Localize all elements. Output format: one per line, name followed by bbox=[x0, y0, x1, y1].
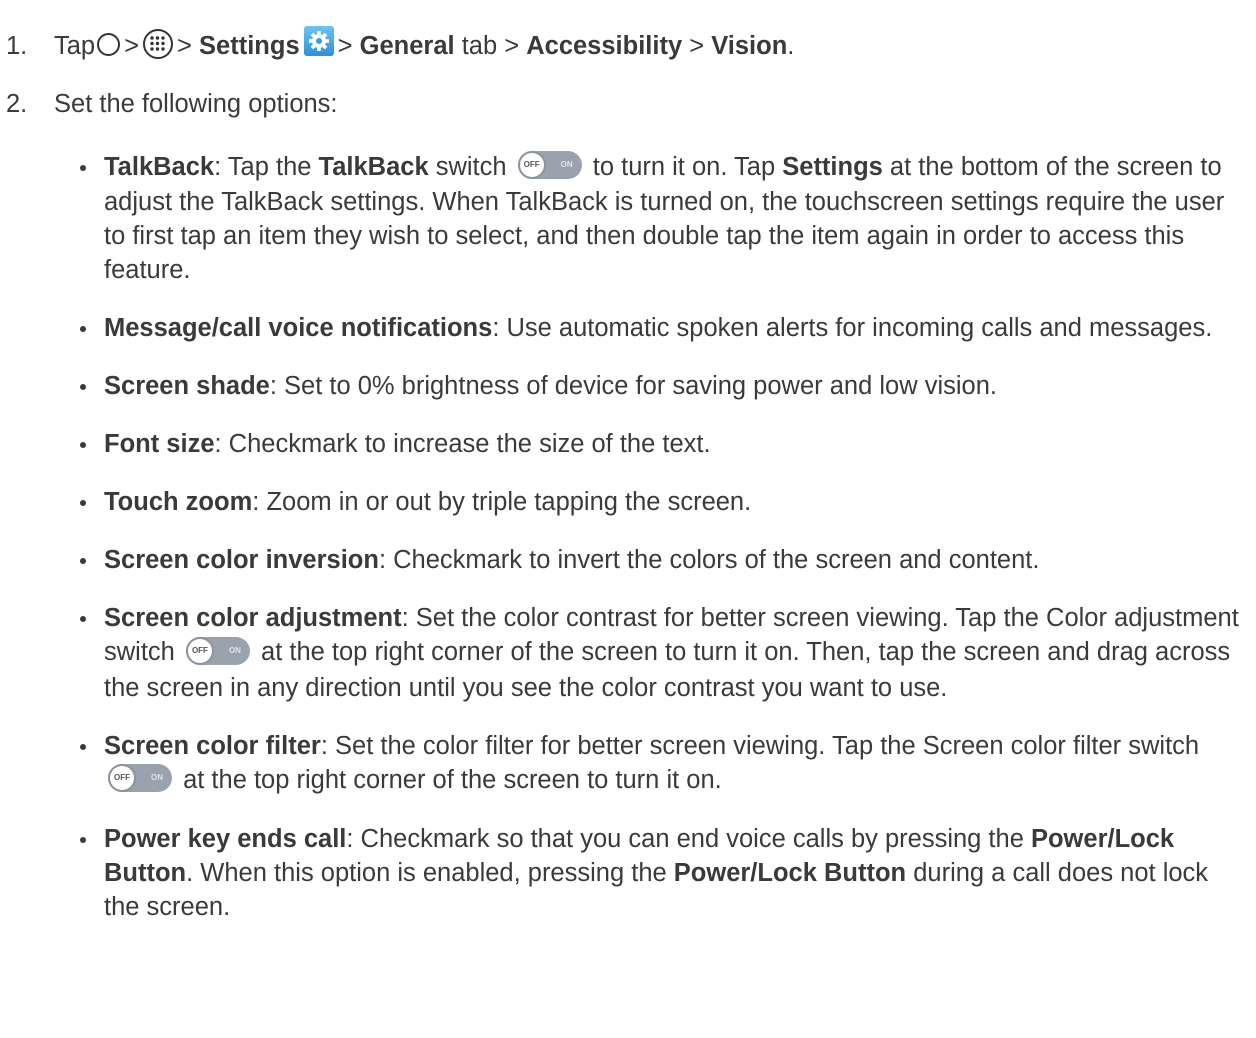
option-text: : Zoom in or out by triple tapping the s… bbox=[252, 488, 752, 517]
list-item-touch-zoom: Touch zoom: Zoom in or out by triple tap… bbox=[80, 485, 1240, 519]
option-title: Touch zoom bbox=[104, 488, 253, 517]
settings-label: Settings bbox=[199, 32, 300, 60]
option-text: at the top right corner of the screen to… bbox=[176, 765, 722, 794]
step-text: Tap bbox=[54, 32, 96, 60]
general-label: General bbox=[359, 32, 455, 60]
option-bold: TalkBack bbox=[318, 153, 429, 181]
option-bold: Power/Lock Button bbox=[673, 858, 907, 887]
list-item-color-filter: Screen color filter: Set the color filte… bbox=[80, 729, 1240, 798]
option-text: : Checkmark to invert the colors of the … bbox=[378, 546, 1040, 575]
step-text: Set the following options: bbox=[54, 90, 338, 118]
separator: > bbox=[177, 32, 192, 60]
list-item-voice-notifications: Message/call voice notifications: Use au… bbox=[80, 311, 1240, 345]
option-text: switch bbox=[428, 153, 514, 181]
toggle-off-label: OFF bbox=[108, 763, 136, 792]
step-number: 2. bbox=[6, 90, 28, 118]
option-title: Screen shade bbox=[104, 372, 270, 401]
options-list: TalkBack: Tap the TalkBack switch ON OFF … bbox=[80, 150, 1240, 948]
toggle-on-label: ON bbox=[560, 160, 573, 170]
apps-icon bbox=[143, 29, 174, 59]
list-item-screen-shade: Screen shade: Set to 0% brightness of de… bbox=[80, 369, 1240, 403]
toggle-on-label: ON bbox=[228, 645, 241, 655]
vision-label: Vision bbox=[711, 32, 788, 60]
list-item-power-key: Power key ends call: Checkmark so that y… bbox=[80, 822, 1240, 924]
step-1: 1. Tap > > Settings > General tab > Acce… bbox=[6, 26, 794, 66]
accessibility-label: Accessibility bbox=[526, 32, 683, 60]
list-item-color-adjustment: Screen color adjustment: Set the color c… bbox=[80, 601, 1240, 704]
option-bold: Settings bbox=[782, 153, 883, 181]
option-text: at the top right corner of the screen to… bbox=[104, 638, 1231, 702]
option-text: : Checkmark to increase the size of the … bbox=[214, 430, 711, 459]
toggle-switch-icon: ON OFF bbox=[108, 763, 172, 792]
toggle-on-label: ON bbox=[151, 772, 163, 782]
step-2: 2. Set the following options: bbox=[6, 87, 338, 121]
toggle-switch-icon: ON OFF bbox=[185, 636, 250, 665]
list-item-color-inversion: Screen color inversion: Checkmark to inv… bbox=[80, 543, 1240, 577]
option-text: . When this option is enabled, pressing … bbox=[186, 858, 674, 887]
list-item-talkback: TalkBack: Tap the TalkBack switch ON OFF … bbox=[80, 150, 1240, 287]
option-text: : Tap the bbox=[214, 153, 319, 181]
settings-gear-icon bbox=[303, 26, 334, 56]
toggle-off-label: OFF bbox=[517, 151, 546, 180]
tab-text: tab > bbox=[461, 32, 520, 60]
option-text: : Set to 0% brightness of device for sav… bbox=[269, 372, 997, 401]
home-circle-icon bbox=[97, 32, 121, 56]
option-text: : Checkmark so that you can end voice ca… bbox=[346, 824, 1031, 853]
separator: > bbox=[689, 32, 705, 60]
step-number: 1. bbox=[6, 32, 28, 60]
toggle-switch-icon: ON OFF bbox=[517, 151, 582, 180]
option-title: TalkBack bbox=[104, 153, 215, 181]
option-text: : Set the color filter for better screen… bbox=[320, 731, 1200, 760]
option-title: Font size bbox=[104, 430, 215, 459]
option-title: Message/call voice notifications bbox=[104, 314, 493, 343]
option-text: to turn it on. Tap bbox=[585, 153, 783, 181]
separator: > bbox=[124, 32, 140, 60]
option-title: Screen color filter bbox=[104, 731, 321, 760]
separator: > bbox=[337, 32, 353, 60]
list-item-font-size: Font size: Checkmark to increase the siz… bbox=[80, 427, 1240, 461]
option-text: : Use automatic spoken alerts for incomi… bbox=[492, 314, 1213, 343]
option-title: Screen color adjustment bbox=[104, 604, 402, 633]
option-title: Screen color inversion bbox=[104, 546, 379, 575]
option-title: Power key ends call bbox=[104, 824, 347, 853]
toggle-off-label: OFF bbox=[185, 636, 214, 665]
period: . bbox=[787, 32, 795, 60]
